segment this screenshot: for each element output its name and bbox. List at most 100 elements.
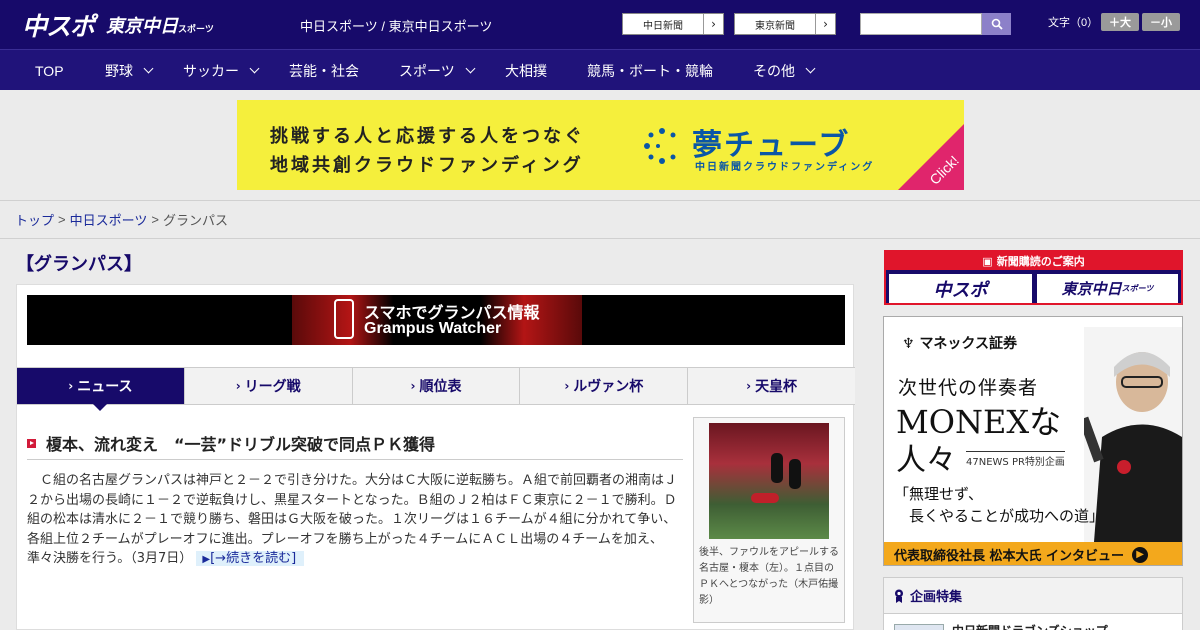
nav-item-other[interactable]: その他	[753, 50, 816, 91]
monex-title-1: 次世代の伴奏者	[898, 377, 1039, 399]
logo-tokyo-sub: スポーツ	[178, 25, 214, 35]
breadcrumb-top[interactable]: トップ	[15, 210, 54, 229]
headline-marker-icon	[27, 438, 36, 448]
tab-league[interactable]: › リーグ戦	[185, 368, 353, 404]
tab-label: ニュース	[77, 379, 133, 395]
nav-label: 野球	[105, 62, 133, 79]
chevron-down-icon	[143, 63, 154, 74]
photo-caption: 後半、ファウルをアピールする名古屋・榎本（左）。１点目のＰＫへとつながった（木戸…	[699, 547, 839, 606]
arrow-right-icon: ▶	[1132, 546, 1149, 563]
font-smaller-button[interactable]: －小	[1142, 13, 1180, 31]
feature-thumbnail	[894, 623, 944, 630]
monex-title-3: 人々	[896, 443, 956, 478]
ad-area: 挑戦する人と応援する人をつなぐ 地域共創クラウドファンディング 夢チューブ 中日…	[0, 90, 1200, 201]
photo-player	[789, 459, 801, 489]
subscription-heading: ▣ 新聞購読のご案内	[886, 252, 1181, 270]
page-title: 【グランパス】	[16, 254, 142, 275]
breadcrumb-current: グランパス	[162, 213, 228, 228]
ribbon-icon	[895, 589, 903, 603]
feature-item-dragons-shop[interactable]: 中日新聞ドラゴンズショップ	[894, 622, 1108, 630]
grampus-watcher-banner[interactable]: スマホでグランパス情報 Grampus Watcher	[27, 295, 845, 345]
special-features-heading: 企画特集	[884, 578, 1182, 614]
tab-label: 天皇杯	[755, 379, 798, 395]
breadcrumb-separator: >	[58, 212, 66, 227]
monex-logo: ♆ マネックス証券	[902, 333, 1017, 353]
article-body: Ｃ組の名古屋グランパスは神戸と２－２で引き分けた。大分はＣ大阪に逆転勝ち。Ａ組で…	[27, 471, 681, 570]
watcher-banner-inner: スマホでグランパス情報 Grampus Watcher	[292, 295, 582, 345]
chevron-right-icon: ›	[410, 379, 416, 393]
monex-logo-text: マネックス証券	[919, 336, 1018, 352]
monex-interview-link[interactable]: 代表取締役社長 松本大氏 インタビュー ▶	[884, 542, 1182, 565]
tab-emperors-cup[interactable]: › 天皇杯	[688, 368, 855, 404]
chevron-right-icon: ›	[703, 14, 723, 34]
monex-logo-icon: ♆	[902, 336, 915, 352]
chevron-right-icon: ›	[746, 379, 752, 393]
tokyo-shimbun-link[interactable]: 東京新聞 ›	[734, 13, 836, 35]
nav-label: 競馬・ボート・競輪	[587, 62, 713, 79]
article-headline[interactable]: 榎本、流れ変え “一芸”ドリブル突破で同点ＰＫ獲得	[46, 431, 435, 455]
read-more-link[interactable]: ▶[→続きを読む]	[196, 551, 305, 566]
article-text: Ｃ組の名古屋グランパスは神戸と２－２で引き分けた。大分はＣ大阪に逆転勝ち。Ａ組で…	[27, 473, 678, 566]
nav-label: 芸能・社会	[289, 62, 359, 79]
site-title: 中日スポーツ / 東京中日スポーツ	[300, 19, 493, 34]
nav-item-soccer[interactable]: サッカー	[183, 50, 260, 91]
breadcrumb-separator: >	[151, 212, 159, 227]
feature-item-label: 中日新聞ドラゴンズショップ	[952, 622, 1108, 630]
breadcrumb: トップ > 中日スポーツ > グランパス	[0, 201, 1200, 239]
nav-item-top[interactable]: TOP	[35, 50, 64, 91]
watcher-line-2: Grampus Watcher	[364, 320, 502, 337]
search-input[interactable]	[860, 13, 982, 35]
monex-quote-1: 「無理せず、	[894, 485, 983, 503]
subscribe-tokyo-text: 東京中日	[1061, 280, 1122, 298]
nav-label: その他	[753, 62, 795, 79]
logo-tokyo-chunichi: 東京中日スポーツ	[106, 12, 214, 38]
logo-tokyo-text: 東京中日	[106, 16, 179, 37]
font-bigger-button[interactable]: ＋大	[1101, 13, 1139, 31]
special-features-title: 企画特集	[910, 590, 963, 605]
nav-item-sports[interactable]: スポーツ	[399, 50, 476, 91]
chevron-down-icon	[805, 63, 816, 74]
font-size-label: 文字（0）	[1048, 17, 1099, 29]
subscribe-tokyo-sub: スポーツ	[1121, 284, 1154, 293]
chunichi-shimbun-link[interactable]: 中日新聞 ›	[622, 13, 724, 35]
chevron-right-icon: ›	[68, 379, 74, 393]
main-content: スマホでグランパス情報 Grampus Watcher › ニュース › リーグ戦 …	[16, 284, 855, 630]
monex-quote: 「無理せず、 長くやることが成功への道」	[894, 483, 1104, 527]
tab-label: リーグ戦	[244, 379, 301, 395]
chevron-right-icon: ›	[815, 14, 835, 34]
tab-news[interactable]: › ニュース	[17, 368, 185, 411]
monex-pr-label: 47NEWS PR特別企画	[966, 451, 1065, 468]
article-photo-box: 後半、ファウルをアピールする名古屋・榎本（左）。１点目のＰＫへとつながった（木戸…	[693, 417, 845, 623]
article-photo[interactable]	[709, 423, 829, 539]
subscribe-chusupo-button[interactable]: 中スポ	[889, 274, 1032, 303]
banner-brand-sub: 中日新聞クラウドファンディング	[695, 162, 875, 173]
tab-label: 順位表	[419, 379, 462, 395]
dots-logo-icon	[644, 128, 676, 164]
nav-item-sumo[interactable]: 大相撲	[505, 50, 547, 91]
yume-tube-banner[interactable]: 挑戦する人と応援する人をつなぐ 地域共創クラウドファンディング 夢チューブ 中日…	[237, 100, 964, 190]
tab-label: ルヴァン杯	[573, 379, 644, 395]
subscribe-tokyo-chunichi-button[interactable]: 東京中日 スポーツ	[1037, 274, 1178, 303]
monex-foot-text: 代表取締役社長 松本大氏 インタビュー	[894, 549, 1125, 564]
monex-quote-2: 長くやることが成功への道」	[894, 507, 1105, 525]
chevron-right-icon: ›	[235, 379, 241, 393]
search-button[interactable]	[982, 13, 1011, 35]
site-logo[interactable]: 中スポ 東京中日スポーツ	[22, 8, 214, 42]
nav-item-entertainment[interactable]: 芸能・社会	[289, 50, 359, 91]
special-features-box: 企画特集 中日新聞ドラゴンズショップ	[883, 577, 1183, 630]
tab-levain-cup[interactable]: › ルヴァン杯	[520, 368, 689, 404]
nav-item-baseball[interactable]: 野球	[105, 50, 154, 91]
photo-player	[771, 453, 783, 483]
nav-item-racing[interactable]: 競馬・ボート・競輪	[587, 50, 713, 91]
play-arrow-icon: ▶	[202, 554, 211, 565]
tokyo-shimbun-label: 東京新聞	[755, 20, 795, 32]
subscription-box: ▣ 新聞購読のご案内 中スポ 東京中日 スポーツ	[884, 250, 1183, 305]
main-nav: TOP 野球 サッカー 芸能・社会 スポーツ 大相撲 競馬・ボート・競輪 その他	[0, 49, 1200, 90]
banner-line-1: 挑戦する人と応援する人をつなぐ	[270, 126, 585, 147]
chevron-down-icon	[465, 63, 476, 74]
monex-ad[interactable]: ♆ マネックス証券 次世代の伴奏者 MONEXな 人々 47NEWS PR特別企…	[883, 316, 1183, 566]
nav-label: サッカー	[183, 62, 239, 79]
newspaper-icon: ▣	[982, 254, 993, 268]
breadcrumb-chunichi-sports[interactable]: 中日スポーツ	[70, 210, 148, 229]
tab-standings[interactable]: › 順位表	[353, 368, 521, 404]
